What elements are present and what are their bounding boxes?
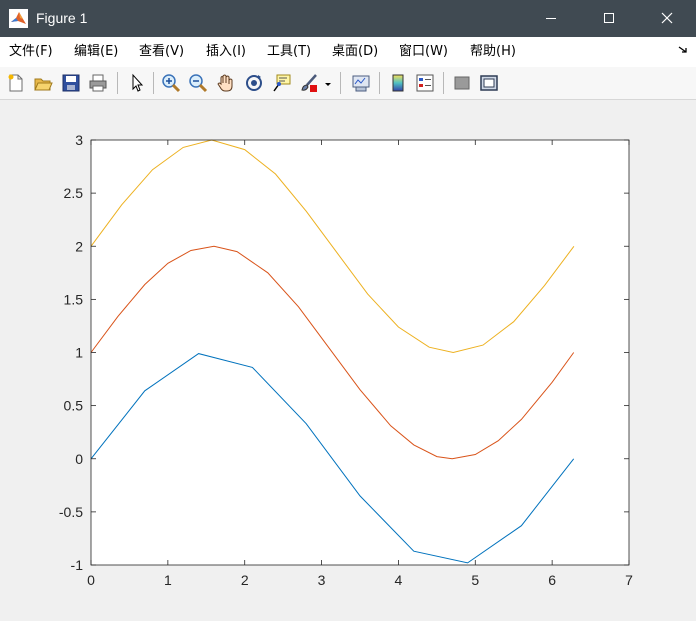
x-tick-label: 4 [395, 572, 403, 588]
maximize-icon [604, 13, 614, 23]
minimize-button[interactable] [522, 0, 580, 37]
menu-file[interactable]: 文件(F) [9, 44, 53, 60]
y-tick-label: 3 [75, 132, 83, 148]
zoom-out-icon[interactable] [187, 72, 209, 94]
toolbar-separator [379, 72, 380, 94]
toolbar-separator [117, 72, 118, 94]
link-plot-icon[interactable] [350, 72, 372, 94]
figure-canvas: 0 1 2 3 4 5 6 7 -1 -0.5 0 0.5 1 1.5 2 2.5 3 [0, 100, 696, 621]
matlab-logo-icon [9, 9, 28, 28]
open-file-icon[interactable] [32, 72, 54, 94]
x-tick-label: 2 [241, 572, 249, 588]
line-chart: 0 1 2 3 4 5 6 7 -1 -0.5 0 0.5 1 1.5 2 2.5 3 [59, 132, 633, 588]
figure-toolbar [0, 67, 696, 100]
y-tick-label: 1 [75, 345, 83, 361]
menu-view[interactable]: 查看(V) [139, 44, 184, 60]
menu-tools[interactable]: 工具(T) [267, 44, 311, 60]
save-icon[interactable] [60, 72, 82, 94]
menu-edit[interactable]: 编辑(E) [74, 44, 118, 60]
menu-insert[interactable]: 插入(I) [206, 44, 246, 60]
brush-icon[interactable] [298, 72, 320, 94]
close-button[interactable] [638, 0, 696, 37]
y-tick-label: 2 [75, 238, 83, 254]
menu-window[interactable]: 窗口(W) [399, 44, 448, 60]
show-plot-tools-icon[interactable] [478, 72, 500, 94]
y-tick-label: 0 [75, 451, 83, 467]
window-titlebar: Figure 1 [0, 0, 696, 37]
insert-colorbar-icon[interactable] [387, 72, 409, 94]
x-tick-label: 7 [625, 572, 633, 588]
data-cursor-icon[interactable] [271, 72, 293, 94]
close-icon [661, 12, 673, 24]
x-tick-label: 3 [318, 572, 326, 588]
pan-hand-icon[interactable] [215, 72, 237, 94]
x-tick-label: 1 [164, 572, 172, 588]
minimize-icon [546, 18, 556, 19]
insert-legend-icon[interactable] [414, 72, 436, 94]
maximize-button[interactable] [580, 0, 638, 37]
zoom-in-icon[interactable] [160, 72, 182, 94]
y-tick-label: 0.5 [64, 398, 84, 414]
rotate-3d-icon[interactable] [243, 72, 265, 94]
new-figure-icon[interactable] [5, 72, 27, 94]
hide-plot-tools-icon[interactable] [451, 72, 473, 94]
select-pointer-icon[interactable] [126, 72, 148, 94]
x-tick-label: 0 [87, 572, 95, 588]
menu-bar: 文件(F) 编辑(E) 查看(V) 插入(I) 工具(T) 桌面(D) 窗口(W… [0, 37, 696, 67]
toolbar-separator [340, 72, 341, 94]
menu-dock-arrow-icon[interactable] [677, 44, 689, 56]
window-title: Figure 1 [36, 10, 88, 26]
menu-help[interactable]: 帮助(H) [470, 44, 516, 60]
y-tick-label: 1.5 [64, 291, 84, 307]
y-tick-label: -1 [71, 557, 84, 573]
menu-desktop[interactable]: 桌面(D) [332, 44, 378, 60]
toolbar-separator [153, 72, 154, 94]
x-tick-label: 5 [471, 572, 479, 588]
y-tick-label: 2.5 [64, 185, 84, 201]
axes-background [91, 140, 629, 565]
x-tick-label: 6 [548, 572, 556, 588]
y-tick-label: -0.5 [59, 504, 83, 520]
toolbar-separator [443, 72, 444, 94]
brush-dropdown-icon[interactable] [322, 72, 334, 94]
print-icon[interactable] [87, 72, 109, 94]
